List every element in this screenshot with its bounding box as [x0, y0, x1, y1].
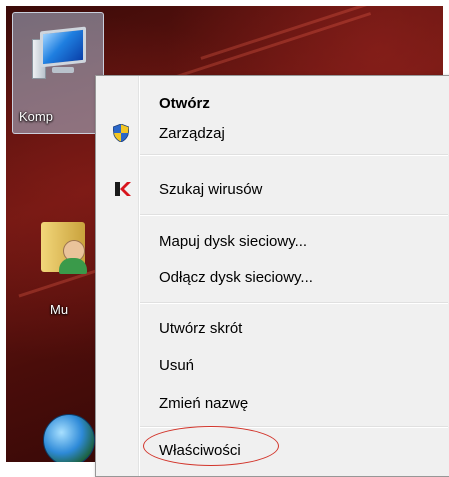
menu-item-rename[interactable]: Zmień nazwę — [96, 388, 449, 418]
wallpaper-streak — [160, 12, 372, 83]
menu-item-label: Usuń — [159, 357, 195, 374]
menu-item-label: Zarządzaj — [159, 125, 225, 142]
menu-item-label: Szukaj wirusów — [159, 181, 263, 198]
menu-separator — [140, 214, 448, 216]
menu-item-label: Otwórz — [159, 95, 210, 112]
network-globe-icon — [43, 414, 95, 462]
menu-item-label: Mapuj dysk sieciowy... — [159, 233, 308, 250]
desktop-icon-label: Komp — [19, 109, 53, 124]
kaspersky-icon — [113, 180, 131, 198]
menu-item-label: Utwórz skrót — [159, 320, 243, 337]
menu-item-label: Zmień nazwę — [159, 395, 249, 412]
menu-item-manage[interactable]: Zarządzaj — [96, 118, 449, 148]
menu-separator — [140, 302, 448, 304]
menu-item-label: Odłącz dysk sieciowy... — [159, 269, 313, 286]
menu-item-create-shortcut[interactable]: Utwórz skrót — [96, 313, 449, 343]
menu-item-scan-viruses[interactable]: Szukaj wirusów — [96, 174, 449, 204]
computer-icon — [32, 25, 86, 81]
context-menu: Otwórz Zarządzaj Szukaj wirusów Mapuj dy… — [95, 75, 449, 477]
shield-icon — [112, 123, 131, 143]
menu-item-map-drive[interactable]: Mapuj dysk sieciowy... — [96, 226, 449, 256]
desktop-icon-computer[interactable]: Komp — [12, 12, 104, 134]
menu-separator — [140, 154, 448, 156]
menu-item-delete[interactable]: Usuń — [96, 350, 449, 380]
menu-item-disconnect-drive[interactable]: Odłącz dysk sieciowy... — [96, 262, 449, 292]
properties-highlight-ring — [143, 426, 279, 466]
menu-item-open[interactable]: Otwórz — [96, 88, 449, 118]
user-folder-icon — [33, 216, 93, 276]
